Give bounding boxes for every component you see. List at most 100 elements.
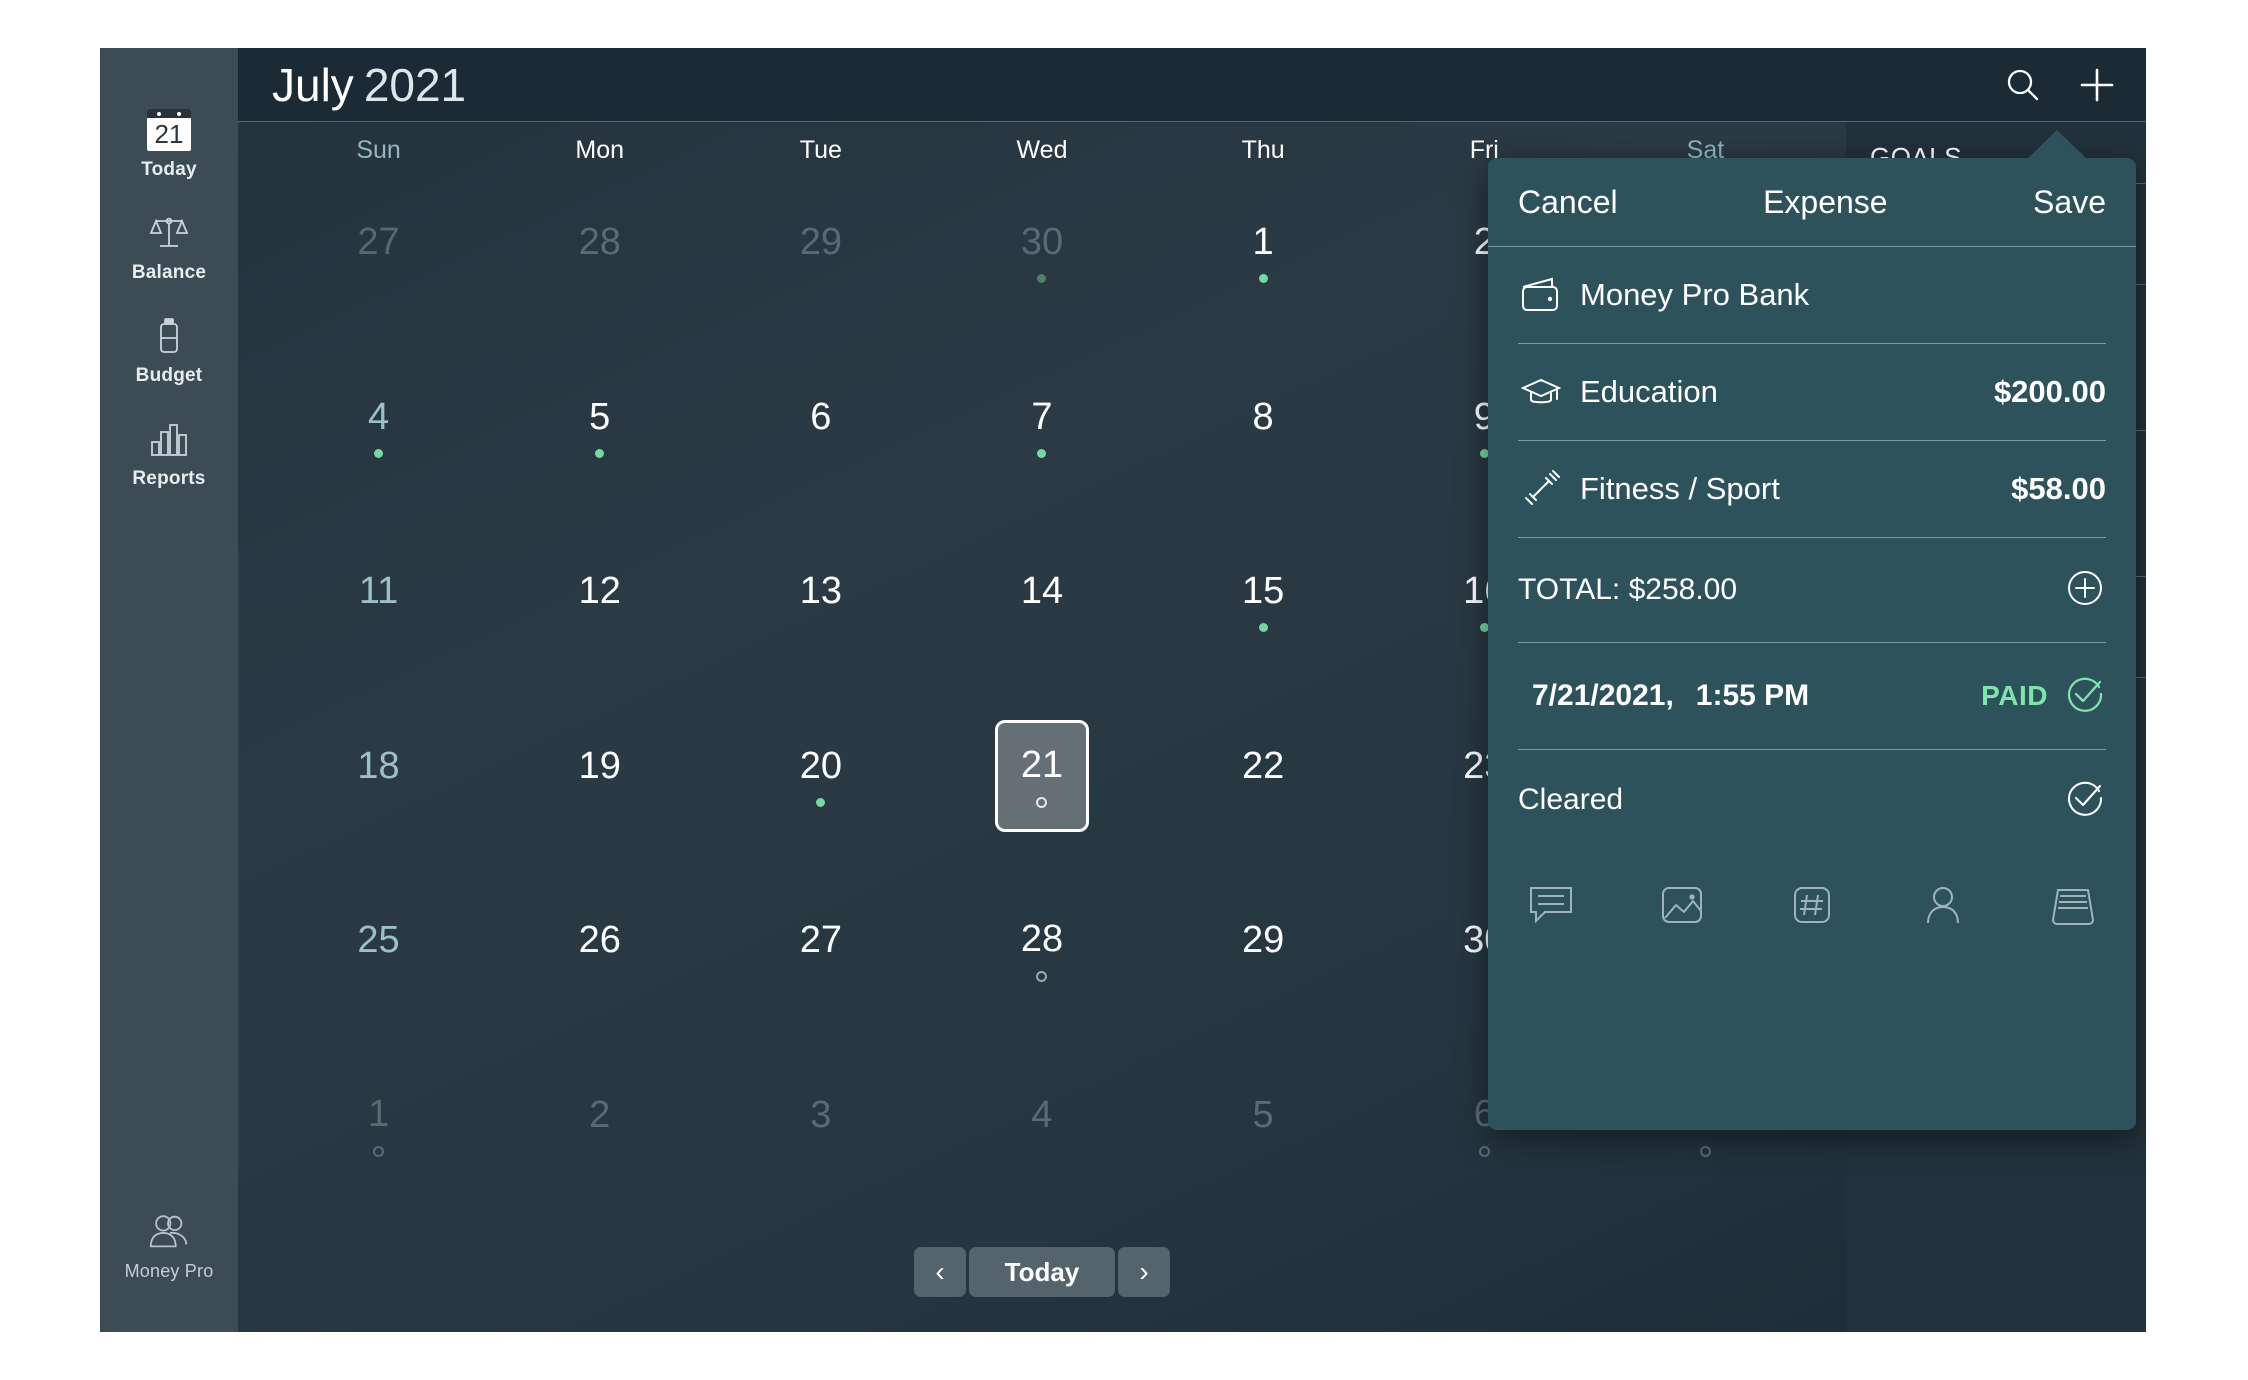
category-row-fitness[interactable]: Fitness / Sport $58.00 bbox=[1518, 441, 2106, 537]
day-cell-11[interactable]: 11 bbox=[268, 514, 489, 689]
day-marker bbox=[816, 623, 825, 632]
person-icon[interactable] bbox=[1914, 876, 1972, 934]
comment-icon[interactable] bbox=[1522, 876, 1580, 934]
sidebar-item-label-money-pro: Money Pro bbox=[124, 1261, 214, 1281]
day-cell-20[interactable]: 20 bbox=[710, 689, 931, 864]
day-cell-15[interactable]: 15 bbox=[1153, 514, 1374, 689]
day-cell-5[interactable]: 5 bbox=[1153, 1038, 1374, 1213]
day-number: 20 bbox=[799, 744, 842, 787]
prev-month-button[interactable]: ‹ bbox=[914, 1247, 966, 1297]
sidebar-item-today[interactable]: 21 Today bbox=[100, 92, 238, 195]
day-inner: 8 bbox=[1216, 371, 1310, 483]
day-cell-6[interactable]: 6 bbox=[710, 340, 931, 515]
day-cell-4[interactable]: 4 bbox=[268, 340, 489, 515]
day-marker bbox=[1037, 274, 1047, 284]
day-inner: 12 bbox=[553, 545, 647, 657]
save-button[interactable]: Save bbox=[2033, 184, 2106, 221]
day-number: 22 bbox=[1241, 744, 1285, 787]
popup-pointer-arrow bbox=[2027, 130, 2087, 159]
day-number: 1 bbox=[367, 1092, 390, 1135]
today-button[interactable]: Today bbox=[969, 1247, 1115, 1297]
day-inner: 21 bbox=[994, 719, 1089, 832]
day-number: 19 bbox=[578, 744, 621, 787]
category-row-education[interactable]: Education $200.00 bbox=[1518, 344, 2106, 440]
day-marker bbox=[374, 448, 384, 458]
wallet-icon bbox=[1518, 272, 1564, 318]
day-number: 15 bbox=[1241, 570, 1285, 613]
day-inner: 20 bbox=[774, 720, 868, 832]
day-marker bbox=[1258, 623, 1268, 633]
photo-icon[interactable] bbox=[1653, 876, 1711, 934]
day-cell-7[interactable]: 7 bbox=[931, 340, 1152, 515]
day-cell-27[interactable]: 27 bbox=[710, 863, 931, 1038]
day-cell-27[interactable]: 27 bbox=[268, 165, 489, 340]
next-month-button[interactable]: › bbox=[1118, 1247, 1170, 1297]
plus-circle-icon[interactable] bbox=[2064, 567, 2106, 614]
day-cell-22[interactable]: 22 bbox=[1153, 689, 1374, 864]
date-row[interactable]: 7/21/2021, 1:55 PM PAID bbox=[1518, 643, 2106, 749]
title-bar: July 2021 bbox=[238, 48, 2146, 122]
day-number: 28 bbox=[1020, 918, 1064, 961]
day-cell-1[interactable]: 1 bbox=[268, 1038, 489, 1213]
day-cell-13[interactable]: 13 bbox=[710, 514, 931, 689]
day-inner: 1 bbox=[332, 1069, 426, 1181]
dumbbell-icon bbox=[1518, 466, 1564, 512]
day-cell-19[interactable]: 19 bbox=[489, 689, 710, 864]
day-number: 6 bbox=[810, 395, 832, 438]
expense-popup: Cancel Expense Save Money Pro Bank Educa… bbox=[1488, 130, 2136, 1130]
day-inner: 11 bbox=[332, 545, 426, 657]
plus-icon[interactable] bbox=[2076, 64, 2118, 106]
day-cell-4[interactable]: 4 bbox=[931, 1038, 1152, 1213]
cancel-button[interactable]: Cancel bbox=[1518, 184, 1618, 221]
day-number: 29 bbox=[1241, 919, 1285, 962]
day-inner: 29 bbox=[774, 196, 868, 308]
today-badge-number: 21 bbox=[154, 119, 184, 149]
search-icon[interactable] bbox=[2004, 66, 2042, 104]
day-cell-28[interactable]: 28 bbox=[489, 165, 710, 340]
day-cell-2[interactable]: 2 bbox=[489, 1038, 710, 1213]
cleared-row[interactable]: Cleared bbox=[1518, 750, 2106, 850]
day-cell-25[interactable]: 25 bbox=[268, 863, 489, 1038]
day-inner: 30 bbox=[995, 196, 1089, 308]
day-inner: 27 bbox=[774, 894, 868, 1006]
day-cell-28[interactable]: 28 bbox=[931, 863, 1152, 1038]
check-circle-icon[interactable] bbox=[2064, 777, 2106, 824]
day-cell-3[interactable]: 3 bbox=[710, 1038, 931, 1213]
calendar-nav: ‹ Today › bbox=[914, 1247, 1170, 1297]
day-cell-21[interactable]: 21 bbox=[931, 689, 1152, 864]
account-row[interactable]: Money Pro Bank bbox=[1518, 247, 2106, 343]
day-inner: 28 bbox=[995, 894, 1089, 1006]
day-inner: 22 bbox=[1216, 720, 1310, 832]
sidebar-item-money-pro[interactable]: Money Pro bbox=[100, 1194, 238, 1296]
day-cell-18[interactable]: 18 bbox=[268, 689, 489, 864]
paid-toggle[interactable]: PAID bbox=[1981, 673, 2106, 720]
day-inner: 5 bbox=[553, 371, 647, 483]
day-cell-5[interactable]: 5 bbox=[489, 340, 710, 515]
day-cell-29[interactable]: 29 bbox=[1153, 863, 1374, 1038]
popup-tool-bar bbox=[1518, 850, 2106, 960]
day-cell-30[interactable]: 30 bbox=[931, 165, 1152, 340]
day-cell-1[interactable]: 1 bbox=[1153, 165, 1374, 340]
day-inner: 1 bbox=[1216, 196, 1310, 308]
day-marker bbox=[374, 274, 383, 283]
day-inner: 4 bbox=[332, 371, 426, 483]
day-cell-14[interactable]: 14 bbox=[931, 514, 1152, 689]
day-cell-29[interactable]: 29 bbox=[710, 165, 931, 340]
sidebar-item-reports[interactable]: Reports bbox=[100, 401, 238, 504]
sidebar-item-balance[interactable]: Balance bbox=[100, 195, 238, 298]
day-number: 1 bbox=[1252, 221, 1274, 264]
day-cell-12[interactable]: 12 bbox=[489, 514, 710, 689]
day-inner: 2 bbox=[553, 1069, 647, 1181]
day-inner: 27 bbox=[332, 196, 426, 308]
transaction-time: 1:55 PM bbox=[1695, 679, 1810, 712]
popup-spacer bbox=[1518, 960, 2106, 1130]
archive-icon[interactable] bbox=[2044, 876, 2102, 934]
day-cell-8[interactable]: 8 bbox=[1153, 340, 1374, 515]
day-marker bbox=[595, 274, 604, 283]
sidebar-item-label-today: Today bbox=[141, 159, 197, 180]
day-number: 21 bbox=[1020, 743, 1064, 786]
hashtag-icon[interactable] bbox=[1783, 876, 1841, 934]
day-cell-26[interactable]: 26 bbox=[489, 863, 710, 1038]
sidebar-item-budget[interactable]: Budget bbox=[100, 298, 238, 401]
day-marker bbox=[374, 798, 383, 807]
